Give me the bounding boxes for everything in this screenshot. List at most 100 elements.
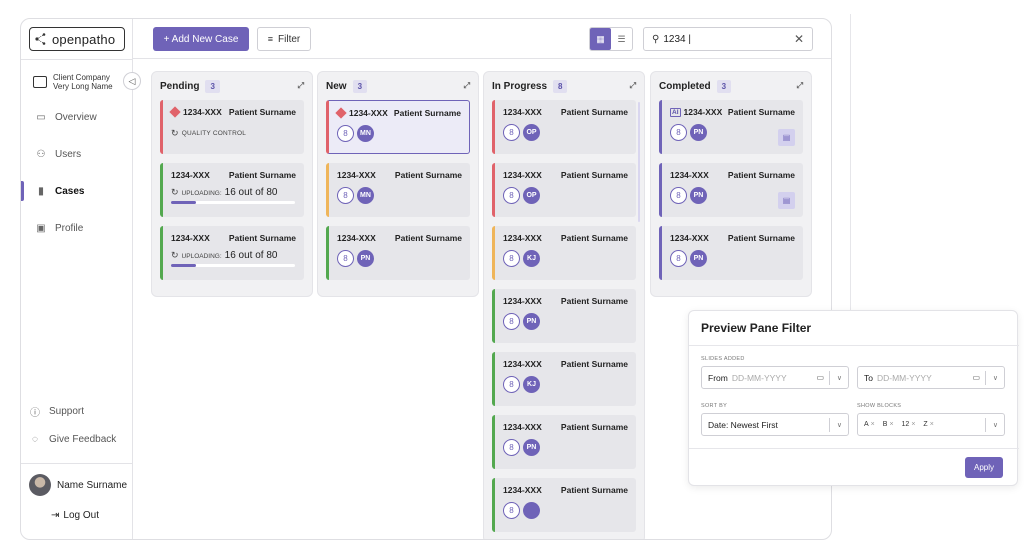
assignee-avatar[interactable]: PN: [357, 250, 374, 267]
block-chip[interactable]: 12 ×: [902, 421, 916, 428]
inbox-icon: ▭: [36, 111, 46, 123]
logo-mark-icon: [35, 33, 46, 45]
remove-icon[interactable]: ×: [930, 421, 934, 428]
date-to-field[interactable]: To DD-MM-YYYY ▭ ∨: [857, 366, 1005, 389]
preview-pane-filter: Preview Pane Filter SLIDES ADDED From DD…: [688, 310, 1019, 486]
slide-count-badge: 8: [503, 439, 520, 456]
patient-name: Patient Surname: [228, 170, 296, 180]
sidebar-item-overview[interactable]: ▭ Overview: [21, 107, 131, 127]
assignee-avatar[interactable]: PN: [690, 187, 707, 204]
case-card[interactable]: 1234-XXX Patient Surname 8: [492, 478, 636, 532]
card-list: 1234-XXX Patient Surname 8 OP 1234-XXX Patien…: [484, 100, 644, 532]
block-chip[interactable]: B ×: [883, 421, 894, 428]
list-view-icon[interactable]: ☰: [611, 28, 632, 50]
column-count-badge: 3: [205, 79, 220, 93]
sort-by-select[interactable]: Date: Newest First ∨: [701, 413, 849, 436]
column-pending: Pending 3 ⤢ 1234-XXX Patient Surname ↻ QUALITY…: [151, 71, 313, 297]
case-id: 1234-XXX: [349, 108, 388, 118]
column-count-badge: 3: [352, 79, 368, 93]
logout-button[interactable]: ⇥ Log Out: [51, 510, 99, 521]
case-card[interactable]: 1234-XXX Patient Surname 8 KJ: [492, 226, 636, 280]
field-separator: [829, 418, 830, 432]
to-label: To: [864, 372, 873, 383]
case-card[interactable]: 1234-XXX Patient Surname 8 OP: [492, 163, 636, 217]
slide-count-badge: 8: [503, 313, 520, 330]
card-meta: 8 MN: [337, 187, 462, 204]
assignee-avatar[interactable]: PN: [523, 313, 540, 330]
assignee-avatar[interactable]: MN: [357, 125, 374, 142]
assignee-avatar[interactable]: KJ: [523, 376, 540, 393]
sidebar-item-users[interactable]: ⚇ Users: [21, 144, 131, 164]
assignee-avatar[interactable]: KJ: [523, 250, 540, 267]
column-title: Pending: [160, 80, 200, 92]
add-new-case-button[interactable]: + Add New Case: [153, 27, 249, 51]
case-card[interactable]: 1234-XXX Patient Surname 8 MN: [326, 100, 470, 154]
case-card[interactable]: 1234-XXX Patient Surname 8 PN: [492, 415, 636, 469]
date-from-field[interactable]: From DD-MM-YYYY ▭ ∨: [701, 366, 849, 389]
expand-icon[interactable]: ⤢: [797, 81, 803, 91]
card-meta: 8 OP: [503, 187, 628, 204]
field-separator: [829, 371, 830, 385]
report-document-icon[interactable]: ▤: [778, 192, 795, 209]
from-placeholder: DD-MM-YYYY: [731, 372, 787, 383]
column-scrollbar[interactable]: [638, 102, 640, 222]
grid-view-icon[interactable]: ▦: [590, 28, 611, 50]
view-toggle: ▦ ☰: [589, 27, 633, 51]
filter-button[interactable]: ≡ Filter: [257, 27, 311, 51]
ai-badge: AI: [670, 107, 681, 117]
column-header: New 3 ⤢: [318, 72, 478, 100]
apply-button[interactable]: Apply: [965, 457, 1003, 478]
card-meta: 8 PN: [670, 250, 795, 267]
case-card[interactable]: AI 1234-XXX Patient Surname 8 PN ▤: [659, 100, 803, 154]
slide-count-badge: 8: [503, 376, 520, 393]
sidebar-item-cases[interactable]: ▮ Cases: [21, 181, 131, 201]
card-meta: 8 PN: [670, 187, 795, 204]
support-link[interactable]: ⓘ Support: [21, 401, 125, 421]
case-card[interactable]: 1234-XXX Patient Surname 8 PN: [659, 226, 803, 280]
spinner-icon: ↻: [171, 128, 179, 138]
assignee-avatar[interactable]: PN: [523, 439, 540, 456]
feedback-link[interactable]: ◌ Give Feedback: [21, 429, 125, 449]
case-card[interactable]: 1234-XXX Patient Surname ↻ QUALITY CONTROL: [160, 100, 304, 154]
assignee-avatar[interactable]: MN: [357, 187, 374, 204]
case-card[interactable]: 1234-XXX Patient Surname 8 PN ▤: [659, 163, 803, 217]
block-chip[interactable]: Z ×: [923, 421, 933, 428]
collapse-sidebar-button[interactable]: ◁: [123, 72, 141, 90]
expand-icon[interactable]: ⤢: [464, 81, 470, 91]
chevron-down-icon: ∨: [992, 374, 998, 382]
show-blocks-select[interactable]: A × B × 12 × Z × ∨: [857, 413, 1005, 436]
user-profile[interactable]: Name Surname: [29, 474, 127, 496]
brand-logo[interactable]: openpatho: [29, 27, 125, 51]
assignee-avatar[interactable]: OP: [523, 187, 540, 204]
case-card[interactable]: 1234-XXX Patient Surname 8 MN: [326, 163, 470, 217]
close-icon[interactable]: ✕: [794, 32, 804, 46]
assignee-avatar[interactable]: PN: [690, 124, 707, 141]
remove-icon[interactable]: ×: [889, 421, 893, 428]
search-input[interactable]: [663, 33, 784, 45]
case-card[interactable]: 1234-XXX Patient Surname 8 KJ: [492, 352, 636, 406]
sidebar-item-profile[interactable]: ▣ Profile: [21, 218, 131, 238]
client-switcher[interactable]: Client Company Very Long Name: [33, 73, 129, 91]
expand-icon[interactable]: ⤢: [630, 81, 636, 91]
patient-name: Patient Surname: [727, 170, 795, 180]
upload-label: UPLOADING:: [181, 190, 222, 197]
case-card[interactable]: 1234-XXX Patient Surname 8 PN: [492, 289, 636, 343]
case-id: 1234-XXX: [503, 170, 542, 180]
to-placeholder: DD-MM-YYYY: [876, 372, 932, 383]
assignee-avatar[interactable]: PN: [690, 250, 707, 267]
expand-icon[interactable]: ⤢: [298, 81, 304, 91]
case-card[interactable]: 1234-XXX Patient Surname ↻ UPLOADING: 16 out…: [160, 226, 304, 280]
assignee-avatar[interactable]: [523, 502, 540, 519]
pane-divider: [689, 448, 1019, 449]
remove-icon[interactable]: ×: [911, 421, 915, 428]
case-id: 1234-XXX: [503, 422, 542, 432]
case-card[interactable]: 1234-XXX Patient Surname ↻ UPLOADING: 16 out…: [160, 163, 304, 217]
case-card[interactable]: 1234-XXX Patient Surname 8 OP: [492, 100, 636, 154]
chevron-down-icon: ∨: [836, 421, 842, 429]
assignee-avatar[interactable]: OP: [523, 124, 540, 141]
show-blocks-label: SHOW BLOCKS: [857, 403, 902, 409]
remove-icon[interactable]: ×: [871, 421, 875, 428]
block-chip[interactable]: A ×: [864, 421, 875, 428]
case-card[interactable]: 1234-XXX Patient Surname 8 PN: [326, 226, 470, 280]
report-document-icon[interactable]: ▤: [778, 129, 795, 146]
